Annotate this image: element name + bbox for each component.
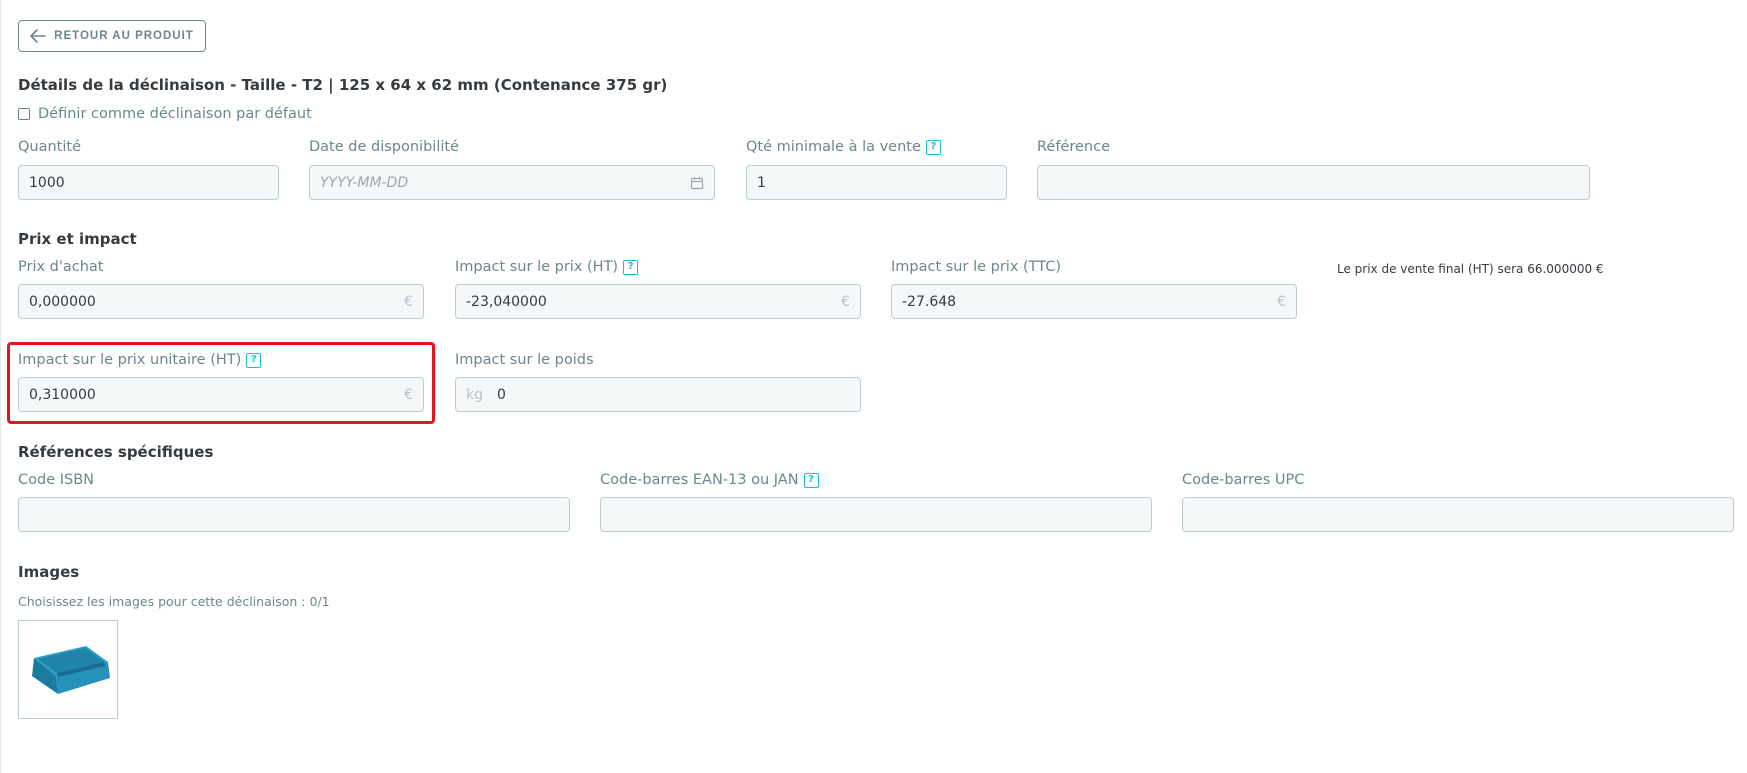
images-section-title: Images [18,563,80,581]
kg-prefix: kg [466,386,483,403]
ean13-input[interactable] [611,506,1141,523]
upc-input[interactable] [1193,506,1723,523]
default-combination-checkbox-row[interactable]: Définir comme déclinaison par défaut [18,106,312,122]
impact-ttc-input[interactable] [902,293,1272,310]
impact-ht-input[interactable] [466,293,836,310]
purchase-price-input[interactable] [29,293,399,310]
quantity-label: Quantité [18,139,81,155]
arrow-left-icon [30,29,46,43]
combination-details-page: RETOUR AU PRODUIT Détails de la déclinai… [0,0,1747,773]
min-qty-field[interactable] [746,165,1007,200]
quantity-field[interactable] [18,165,279,200]
impact-ht-label: Impact sur le prix (HT) ? [455,259,639,275]
upc-field[interactable] [1182,497,1734,532]
impact-ttc-label: Impact sur le prix (TTC) [891,259,1061,275]
purchase-price-field[interactable]: € [18,284,424,319]
availability-date-input[interactable] [320,174,690,191]
availability-date-label-text: Date de disponibilité [309,139,459,155]
default-combination-checkbox[interactable] [18,108,30,120]
impact-ht-label-text: Impact sur le prix (HT) [455,259,619,275]
help-icon[interactable]: ? [623,259,639,275]
impact-ttc-field[interactable]: € [891,284,1297,319]
ean13-label-text: Code-barres EAN-13 ou JAN [600,472,799,488]
weight-impact-label: Impact sur le poids [455,352,594,368]
isbn-field[interactable] [18,497,570,532]
images-hint: Choisissez les images pour cette déclina… [18,594,330,609]
purchase-price-label-text: Prix d'achat [18,259,104,275]
upc-label-text: Code-barres UPC [1182,472,1305,488]
euro-suffix: € [404,293,413,310]
highlight-box [7,342,435,424]
quantity-label-text: Quantité [18,139,81,155]
final-price-note: Le prix de vente final (HT) sera 66.0000… [1337,262,1604,276]
back-button-label: RETOUR AU PRODUIT [54,30,194,42]
back-to-product-button[interactable]: RETOUR AU PRODUIT [18,20,206,52]
availability-date-label: Date de disponibilité [309,139,459,155]
euro-suffix: € [1277,293,1286,310]
upc-label: Code-barres UPC [1182,472,1304,488]
euro-suffix: € [841,293,850,310]
impact-ttc-label-text: Impact sur le prix (TTC) [891,259,1062,275]
quantity-input[interactable] [29,174,268,191]
default-combination-label: Définir comme déclinaison par défaut [38,106,312,122]
price-section-title: Prix et impact [18,230,137,248]
page-title: Détails de la déclinaison - Taille - T2 … [18,76,668,94]
product-tray-image [32,645,110,694]
reference-label: Référence [1037,139,1110,155]
purchase-price-label: Prix d'achat [18,259,103,275]
reference-label-text: Référence [1037,139,1111,155]
ean13-label: Code-barres EAN-13 ou JAN ? [600,472,819,488]
availability-date-field[interactable] [309,165,715,200]
combination-image-thumbnail[interactable] [18,620,118,719]
weight-impact-field[interactable]: kg [455,377,861,412]
isbn-label: Code ISBN [18,472,94,488]
refs-section-title: Références spécifiques [18,443,214,461]
weight-impact-label-text: Impact sur le poids [455,352,594,368]
isbn-label-text: Code ISBN [18,472,95,488]
calendar-icon[interactable] [690,176,704,190]
impact-ht-field[interactable]: € [455,284,861,319]
isbn-input[interactable] [29,506,559,523]
min-qty-label-text: Qté minimale à la vente [746,139,921,155]
reference-input[interactable] [1048,174,1579,191]
min-qty-label: Qté minimale à la vente ? [746,139,941,155]
help-icon[interactable]: ? [803,472,819,488]
min-qty-input[interactable] [757,174,996,191]
reference-field[interactable] [1037,165,1590,200]
ean13-field[interactable] [600,497,1152,532]
help-icon[interactable]: ? [925,139,941,155]
weight-impact-input[interactable] [497,386,850,403]
